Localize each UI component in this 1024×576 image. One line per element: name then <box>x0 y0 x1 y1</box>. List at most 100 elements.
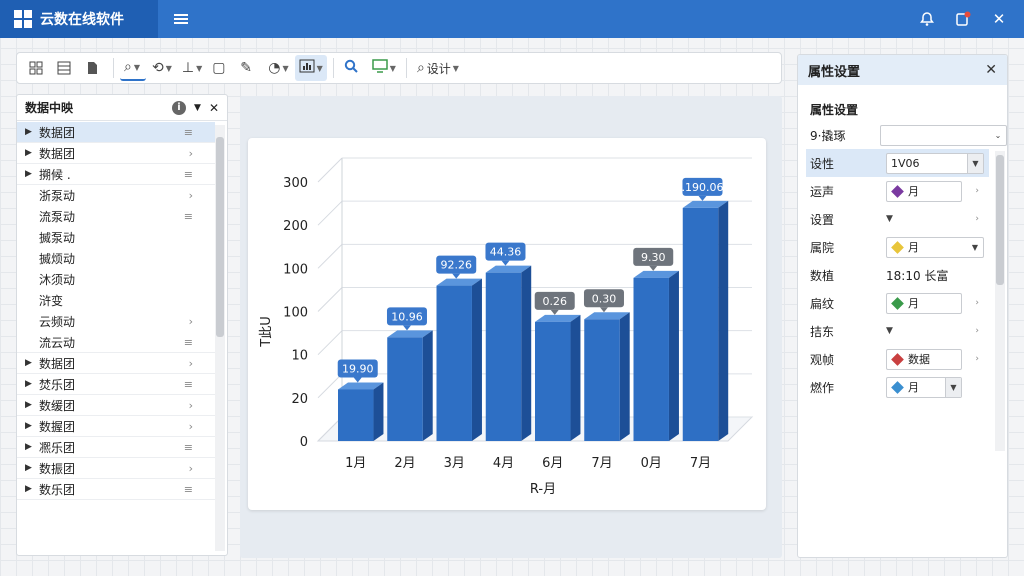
zoom-button[interactable] <box>340 55 366 81</box>
menu-lines-icon[interactable]: ≡ <box>184 336 193 349</box>
tree-item[interactable]: 流泵动 ≡ <box>17 206 215 227</box>
bar[interactable] <box>387 337 423 441</box>
search-tool-button[interactable]: ⌕ ▼ <box>120 55 146 81</box>
notification-icon[interactable] <box>954 10 972 28</box>
chevron-right-icon[interactable]: › <box>189 420 193 433</box>
shape-button[interactable]: ▢ <box>208 55 234 81</box>
expand-arrow-icon[interactable]: ▶ <box>25 442 39 452</box>
scrollbar-thumb[interactable] <box>216 137 224 337</box>
chevron-down-icon[interactable]: ▼ <box>194 103 201 113</box>
bar-side[interactable] <box>570 314 581 441</box>
property-select[interactable]: 月 ▼ <box>886 376 962 398</box>
grid-view-icon[interactable] <box>25 55 51 81</box>
chevron-right-icon[interactable]: › <box>189 399 193 412</box>
tree-item[interactable]: ▶ 数振团 › <box>17 458 215 479</box>
tree-item[interactable]: ▶ 凞乐团 ≡ <box>17 437 215 458</box>
menu-lines-icon[interactable]: ≡ <box>184 378 193 391</box>
scrollbar[interactable] <box>215 125 225 551</box>
bar-side[interactable] <box>422 330 433 441</box>
bar[interactable] <box>338 389 374 441</box>
tree-item[interactable]: ▶ 数乐团 ≡ <box>17 479 215 500</box>
property-input[interactable]: 数据 <box>886 348 962 370</box>
screen-tool-button[interactable]: ▼ <box>368 55 400 81</box>
chevron-right-icon[interactable]: › <box>189 189 193 202</box>
tree-item[interactable]: ▶ 数据团 › <box>17 143 215 164</box>
dropdown-arrow-icon[interactable]: ▼ <box>886 326 893 336</box>
bar[interactable] <box>633 277 669 441</box>
tree-item[interactable]: ▶ 数据团 › <box>17 353 215 374</box>
property-input[interactable]: 月 <box>886 292 962 314</box>
edit-button[interactable]: ✎ <box>236 55 262 81</box>
bar-side[interactable] <box>619 312 630 441</box>
tree-item[interactable]: ▶ 焚乐团 ≡ <box>17 374 215 395</box>
bar[interactable] <box>436 285 472 441</box>
expand-arrow-icon[interactable]: ▶ <box>25 463 39 473</box>
tree-item[interactable]: 浒变 <box>17 290 215 311</box>
pin-tool-button[interactable]: ⊥ ▼ <box>178 55 206 81</box>
close-panel-icon[interactable]: ✕ <box>209 101 219 115</box>
table-icon[interactable] <box>53 55 79 81</box>
chevron-right-icon[interactable]: › <box>975 354 979 364</box>
bar-side[interactable] <box>668 270 679 441</box>
info-icon[interactable]: i <box>172 100 187 115</box>
chevron-down-icon[interactable]: ▼ <box>945 377 961 397</box>
menu-lines-icon[interactable]: ≡ <box>184 483 193 496</box>
app-tab[interactable]: 云数在线软件 <box>0 0 158 38</box>
chevron-right-icon[interactable]: › <box>189 147 193 160</box>
tree-item[interactable]: ▶ 数缓团 › <box>17 395 215 416</box>
bar[interactable] <box>682 207 719 441</box>
chevron-right-icon[interactable]: › <box>975 326 979 336</box>
expand-arrow-icon[interactable]: ▶ <box>25 400 39 410</box>
chart-tool-button[interactable]: ▼ <box>294 55 327 81</box>
tree-item[interactable]: ▶ 数据团 ≡ <box>17 122 215 143</box>
bar-side[interactable] <box>471 278 482 441</box>
dropdown-arrow-icon[interactable]: ▼ <box>886 214 893 224</box>
expand-arrow-icon[interactable]: ▶ <box>25 148 39 158</box>
expand-arrow-icon[interactable]: ▶ <box>25 379 39 389</box>
chevron-right-icon[interactable]: › <box>975 214 979 224</box>
scrollbar-thumb[interactable] <box>996 155 1004 285</box>
bar-side[interactable] <box>718 200 729 441</box>
refresh-tool-button[interactable]: ⟲ ▼ <box>148 55 176 81</box>
property-select[interactable]: 1V06 ▼ <box>886 152 984 174</box>
chart-widget[interactable]: 0 20 10 100 100 200 300 19.90 1月 10.96 2月 92.26 3月 44… <box>248 138 766 510</box>
chevron-right-icon[interactable]: › <box>975 298 979 308</box>
bar[interactable] <box>485 272 522 441</box>
expand-arrow-icon[interactable]: ▶ <box>25 421 39 431</box>
scrollbar[interactable] <box>995 151 1005 451</box>
design-button[interactable]: ⌕ 设计 ▼ <box>413 55 463 81</box>
tree-item[interactable]: ▶ 搠候 . ≡ <box>17 164 215 185</box>
document-icon[interactable] <box>81 55 107 81</box>
tree-item[interactable]: 搣烦动 <box>17 248 215 269</box>
expand-arrow-icon[interactable]: ▶ <box>25 358 39 368</box>
expand-arrow-icon[interactable]: ▶ <box>25 484 39 494</box>
property-input[interactable]: 月 <box>886 180 962 202</box>
menu-lines-icon[interactable]: ≡ <box>184 210 193 223</box>
tree-item[interactable]: 沐须动 <box>17 269 215 290</box>
bell-icon[interactable] <box>918 10 936 28</box>
chevron-right-icon[interactable]: › <box>975 186 979 196</box>
menu-lines-icon[interactable]: ≡ <box>184 441 193 454</box>
time-tool-button[interactable]: ◔ ▼ <box>264 55 292 81</box>
chevron-down-icon[interactable]: ⌄ <box>990 126 1006 145</box>
property-select[interactable]: 月 ▼ <box>886 236 984 258</box>
tree-item[interactable]: ▶ 数握团 › <box>17 416 215 437</box>
close-icon[interactable]: ✕ <box>990 10 1008 28</box>
menu-lines-icon[interactable]: ≡ <box>184 126 193 139</box>
expand-arrow-icon[interactable]: ▶ <box>25 127 39 137</box>
chevron-right-icon[interactable]: › <box>189 357 193 370</box>
expand-arrow-icon[interactable]: ▶ <box>25 169 39 179</box>
chevron-right-icon[interactable]: › <box>189 462 193 475</box>
bar-side[interactable] <box>373 382 384 441</box>
bar-side[interactable] <box>521 265 532 441</box>
tree-item[interactable]: 搣泵动 <box>17 227 215 248</box>
chevron-right-icon[interactable]: › <box>189 315 193 328</box>
tree-item[interactable]: 浙泵动 › <box>17 185 215 206</box>
close-icon[interactable]: ✕ <box>985 62 997 78</box>
tree-item[interactable]: 云频动 › <box>17 311 215 332</box>
bar[interactable] <box>535 321 571 441</box>
bar[interactable] <box>584 319 620 441</box>
menu-lines-icon[interactable]: ≡ <box>184 168 193 181</box>
property-input[interactable]: ⌄ <box>879 124 1007 146</box>
tree-item[interactable]: 流云动 ≡ <box>17 332 215 353</box>
